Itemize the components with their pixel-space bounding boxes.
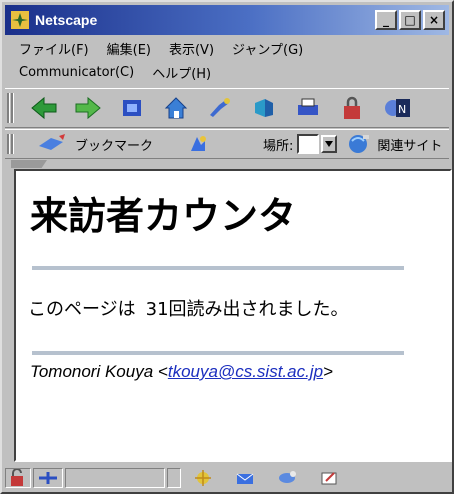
toolbar-grip[interactable] [5, 89, 15, 127]
author-signature: Tomonori Kouya <tkouya@cs.sist.ac.jp> [30, 362, 333, 382]
menu-communicator[interactable]: Communicator(C) [19, 65, 134, 80]
collapsed-toolbar-tabs [5, 160, 449, 168]
horizontal-rule [32, 351, 404, 355]
minimize-button[interactable]: _ [375, 10, 397, 30]
location-dropdown-button[interactable] [321, 135, 338, 153]
svg-text:N: N [398, 103, 406, 116]
search-icon[interactable] [205, 93, 235, 123]
chevron-down-icon [325, 141, 334, 147]
progress-bar [65, 468, 165, 488]
discussion-component-icon[interactable] [267, 468, 307, 488]
page-title: 来訪者カウンタ [30, 194, 297, 238]
horizontal-rule [32, 266, 404, 270]
counter-value: 31回読み出されました。 [145, 299, 349, 320]
author-name: Tomonori Kouya [30, 362, 154, 381]
security-icon[interactable] [337, 93, 367, 123]
menu-view[interactable]: 表示(V) [169, 39, 214, 58]
counter-prefix: このページは [28, 299, 136, 320]
collapsed-toolbar-tab[interactable] [11, 160, 47, 168]
forward-icon[interactable] [73, 93, 103, 123]
browser-window: Netscape _ □ × ファイル(F) 編集(E) 表示(V) ジャンプ(… [0, 0, 454, 494]
email-open-bracket: < [157, 362, 168, 381]
page-proxy-icon[interactable] [187, 133, 209, 155]
toolbar-grip-location[interactable] [5, 130, 15, 158]
bookmarks-button[interactable]: ブックマーク [75, 135, 153, 154]
back-icon[interactable] [29, 93, 59, 123]
guide-icon[interactable] [249, 93, 279, 123]
menu-bar: ファイル(F) 編集(E) 表示(V) ジャンプ(G) Communicator… [5, 36, 449, 86]
menu-file[interactable]: ファイル(F) [19, 39, 89, 58]
status-bar [5, 465, 449, 491]
netscape-icon [11, 11, 29, 29]
reload-icon[interactable] [117, 93, 147, 123]
location-toolbar: ブックマーク 場所: 関連サイト [5, 129, 449, 159]
composer-component-icon[interactable] [309, 468, 349, 488]
navigation-toolbar: N [5, 88, 449, 128]
stop-icon[interactable]: N [381, 93, 411, 123]
mail-component-icon[interactable] [225, 468, 265, 488]
navigator-component-icon[interactable] [183, 468, 223, 488]
related-sites-icon[interactable] [347, 133, 371, 155]
email-link[interactable]: tkouya@cs.sist.ac.jp [168, 362, 323, 381]
status-separator [167, 468, 181, 488]
menu-help[interactable]: ヘルプ(H) [152, 63, 211, 82]
connection-status-icon [33, 468, 63, 488]
title-bar[interactable]: Netscape _ □ × [5, 5, 449, 35]
print-icon[interactable] [293, 93, 323, 123]
location-label: 場所: [263, 138, 294, 154]
location-input[interactable] [297, 134, 320, 154]
menu-go[interactable]: ジャンプ(G) [232, 39, 303, 58]
related-sites-button[interactable]: 関連サイト [377, 135, 442, 154]
page-content: 来訪者カウンタ このページは 31回読み出されました。 Tomonori Kouy… [14, 169, 452, 462]
menu-edit[interactable]: 編集(E) [107, 39, 151, 58]
home-icon[interactable] [161, 93, 191, 123]
security-status-icon[interactable] [5, 468, 31, 488]
counter-text: このページは 31回読み出されました。 [28, 295, 349, 321]
window-title: Netscape [35, 12, 98, 28]
maximize-button[interactable]: □ [399, 10, 421, 30]
close-button[interactable]: × [423, 10, 445, 30]
bookmark-icon[interactable] [37, 132, 67, 156]
email-close-bracket: > [323, 362, 333, 381]
